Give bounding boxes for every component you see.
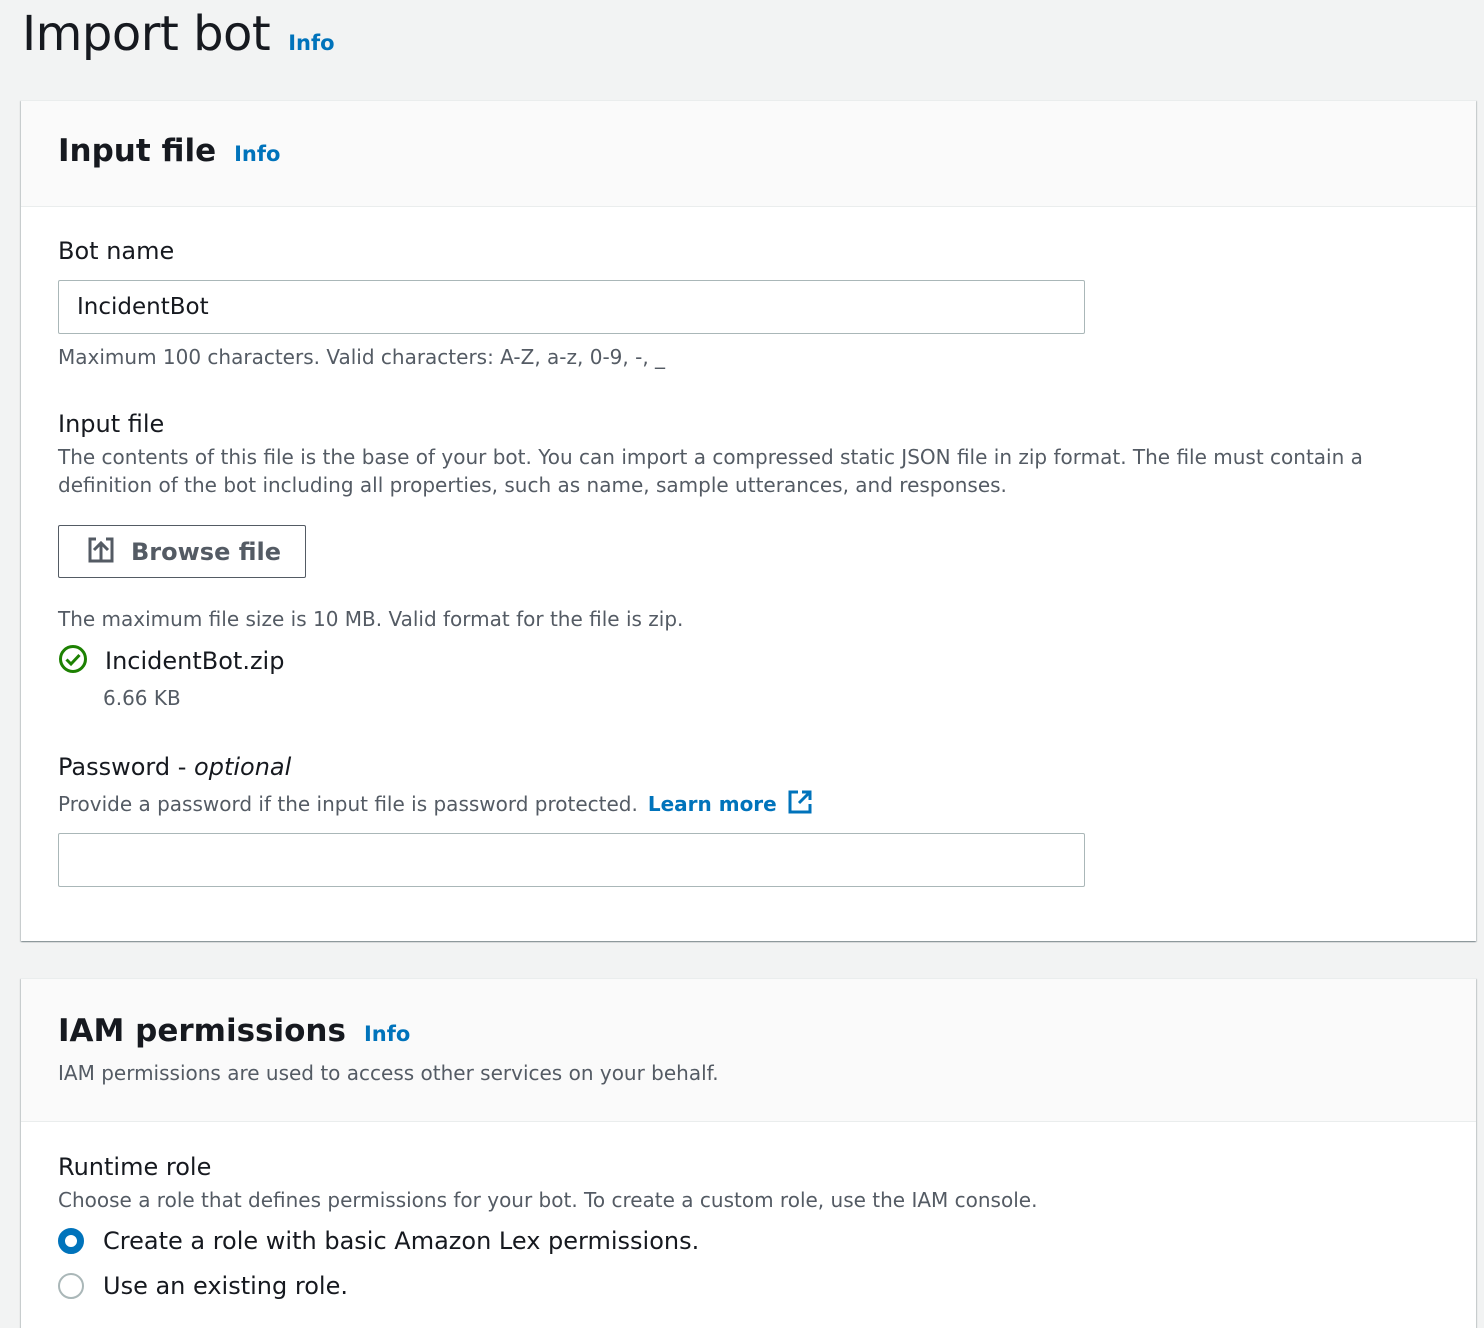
iam-panel-header: IAM permissions Info IAM permissions are… xyxy=(21,979,1476,1122)
password-label-text: Password - xyxy=(58,753,195,781)
success-check-icon xyxy=(58,644,88,678)
input-file-info-link[interactable]: Info xyxy=(234,142,280,166)
radio-create-role-button[interactable] xyxy=(58,1228,84,1254)
file-size-hint: The maximum file size is 10 MB. Valid fo… xyxy=(58,607,684,631)
uploaded-file-name: IncidentBot.zip xyxy=(105,647,285,675)
bot-name-hint: Maximum 100 characters. Valid characters… xyxy=(58,345,666,369)
iam-panel-description: IAM permissions are used to access other… xyxy=(58,1061,719,1085)
radio-existing-role-button[interactable] xyxy=(58,1273,84,1299)
password-description: Provide a password if the input file is … xyxy=(58,792,638,816)
password-input[interactable] xyxy=(58,833,1085,887)
uploaded-file-size: 6.66 KB xyxy=(103,686,181,710)
radio-create-role[interactable]: Create a role with basic Amazon Lex perm… xyxy=(58,1227,699,1255)
input-file-panel-title: Input file xyxy=(58,133,217,169)
iam-panel-title: IAM permissions xyxy=(58,1013,346,1049)
uploaded-file-row: IncidentBot.zip xyxy=(58,644,284,678)
external-link-icon[interactable] xyxy=(787,789,813,822)
page: Import bot Info Input file Info Bot name… xyxy=(0,0,1484,1328)
learn-more-link[interactable]: Learn more xyxy=(648,792,777,816)
password-optional-text: optional xyxy=(194,753,292,781)
input-file-panel-header: Input file Info xyxy=(21,101,1476,207)
runtime-role-label: Runtime role xyxy=(58,1153,212,1181)
input-file-panel: Input file Info Bot name Maximum 100 cha… xyxy=(21,100,1476,941)
password-description-row: Provide a password if the input file is … xyxy=(58,789,813,822)
page-title: Import bot xyxy=(22,6,271,62)
iam-permissions-panel: IAM permissions Info IAM permissions are… xyxy=(21,978,1476,1328)
input-file-label: Input file xyxy=(58,410,165,438)
iam-info-link[interactable]: Info xyxy=(364,1022,410,1046)
input-file-title-row: Input file Info xyxy=(58,133,280,169)
input-file-description: The contents of this file is the base of… xyxy=(58,445,1363,497)
radio-existing-role[interactable]: Use an existing role. xyxy=(58,1272,348,1300)
browse-file-label: Browse file xyxy=(131,537,281,566)
iam-title-row: IAM permissions Info xyxy=(58,1013,410,1049)
bot-name-input[interactable] xyxy=(58,280,1085,334)
radio-create-role-label: Create a role with basic Amazon Lex perm… xyxy=(103,1227,700,1255)
password-label: Password - optional xyxy=(58,753,291,781)
runtime-role-description: Choose a role that defines permissions f… xyxy=(58,1188,1038,1212)
radio-existing-role-label: Use an existing role. xyxy=(103,1272,348,1300)
browse-file-button[interactable]: Browse file xyxy=(58,525,306,578)
upload-icon xyxy=(87,536,115,568)
page-info-link[interactable]: Info xyxy=(288,31,334,55)
bot-name-label: Bot name xyxy=(58,237,175,265)
page-header: Import bot Info xyxy=(22,6,335,62)
